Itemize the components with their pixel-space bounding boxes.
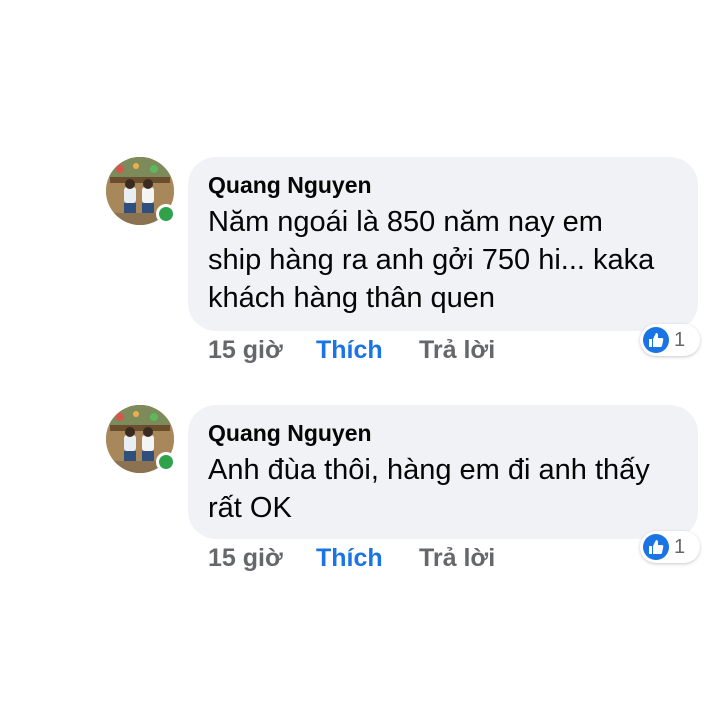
like-icon [643,327,669,353]
comment-actions: 15 giờ Thích Trả lời [208,544,495,573]
comment-author[interactable]: Quang Nguyen [208,419,678,447]
comment-text: Năm ngoái là 850 năm nay em ship hàng ra… [208,203,678,317]
comment-bubble: Quang Nguyen Năm ngoái là 850 năm nay em… [188,157,698,331]
comment-timestamp[interactable]: 15 giờ [208,544,316,573]
comment-bubble: Quang Nguyen Anh đùa thôi, hàng em đi an… [188,405,698,539]
like-button[interactable]: Thích [316,544,419,573]
comment-text-line: rất OK [208,492,292,524]
reaction-summary[interactable]: 1 [640,531,700,563]
comment-author[interactable]: Quang Nguyen [208,171,678,199]
like-button[interactable]: Thích [316,336,419,365]
comment-text-line: ship hàng ra anh gởi 750 hi... kaka [208,244,655,276]
reaction-count: 1 [674,535,686,558]
reaction-summary[interactable]: 1 [640,324,700,356]
like-icon [643,534,669,560]
comment-actions: 15 giờ Thích Trả lời [208,336,495,365]
comment-text: Anh đùa thôi, hàng em đi anh thấy rất OK [208,451,678,527]
comment-thread: Quang Nguyen Năm ngoái là 850 năm nay em… [0,0,720,720]
reply-button[interactable]: Trả lời [419,544,495,573]
reaction-count: 1 [674,328,686,351]
comment-text-line: Năm ngoái là 850 năm nay em [208,206,603,238]
comment-text-line: Anh đùa thôi, hàng em đi anh thấy [208,454,650,486]
reply-button[interactable]: Trả lời [419,336,495,365]
online-status-indicator [156,452,176,472]
online-status-indicator [156,204,176,224]
comment-timestamp[interactable]: 15 giờ [208,336,316,365]
comment-text-line: khách hàng thân quen [208,282,496,314]
